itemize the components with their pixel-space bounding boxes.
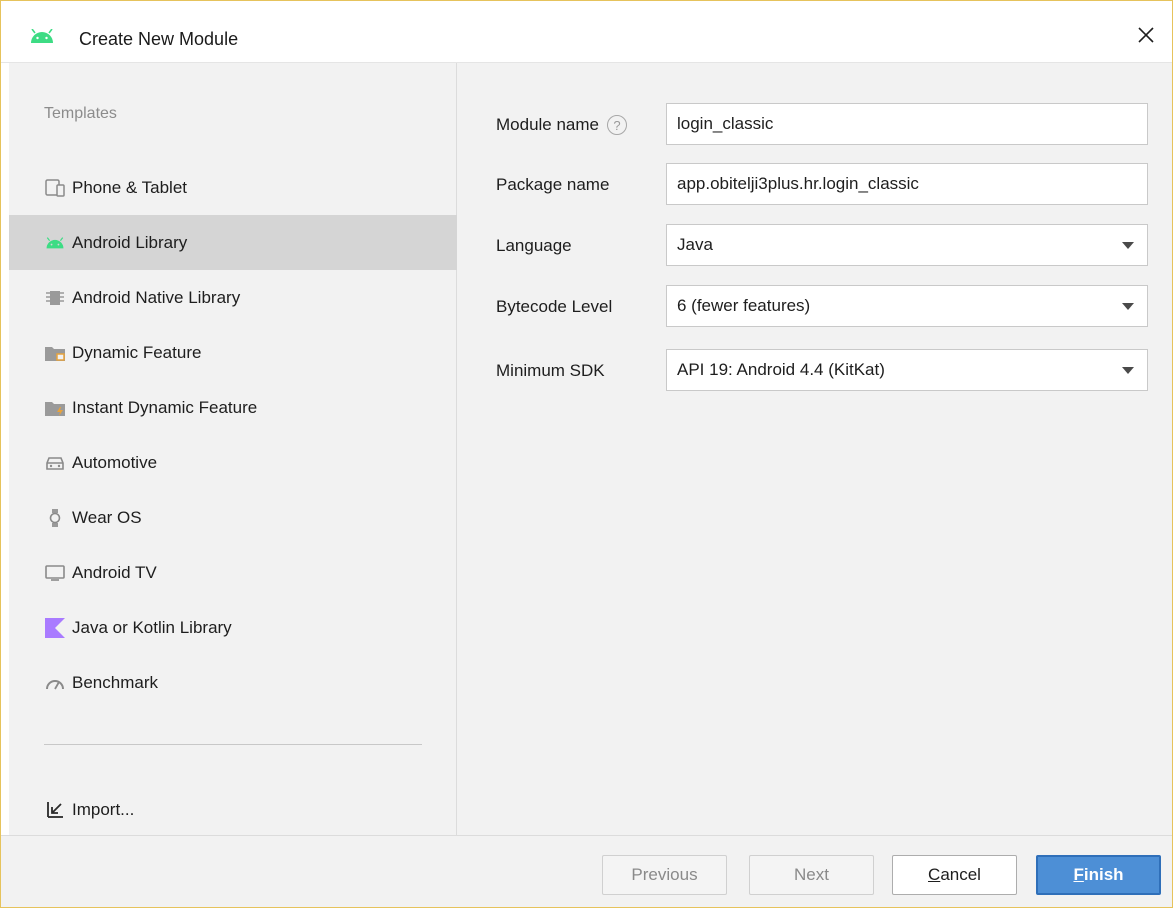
android-studio-icon [31,29,53,43]
package-name-label: Package name [496,175,610,194]
minimum-sdk-value: API 19: Android 4.4 (KitKat) [677,360,885,379]
module-name-label-text: Module name [496,115,600,134]
close-button[interactable] [1128,17,1164,53]
sidebar-item-android-library[interactable]: Android Library [9,215,457,270]
chevron-down-icon [1122,303,1134,310]
sidebar-divider [44,744,422,745]
tv-icon [45,563,65,583]
bytecode-level-label: Bytecode Level [496,297,613,316]
sidebar-item-java-kotlin-library[interactable]: Java or Kotlin Library [9,600,457,655]
cancel-mnemonic: C [928,865,941,884]
title-bar: Create New Module [1,1,1172,63]
sidebar-item-label: Dynamic Feature [72,342,202,362]
language-value: Java [677,235,713,254]
close-icon [1138,27,1154,43]
dialog-title: Create New Module [79,29,239,49]
minimum-sdk-row: Minimum SDK API 19: Android 4.4 (KitKat) [457,349,1172,391]
language-label: Language [496,236,572,255]
module-name-row: Module name ? [457,103,1172,145]
sidebar-item-label: Benchmark [72,672,158,692]
package-name-row: Package name [457,163,1172,205]
phone-tablet-icon [45,178,65,198]
sidebar-item-label: Wear OS [72,507,142,527]
dynamic-feature-folder-icon [45,343,65,363]
sidebar-item-label: Phone & Tablet [72,177,187,197]
dialog-footer: Previous Next Cancel Finish [1,835,1172,907]
package-name-input[interactable] [666,163,1148,205]
finish-mnemonic: F [1073,865,1084,884]
next-button[interactable]: Next [749,855,874,895]
sidebar-item-label: Android Library [72,232,188,252]
chevron-down-icon [1122,367,1134,374]
bytecode-level-select[interactable]: 6 (fewer features) [666,285,1148,327]
module-name-input[interactable] [666,103,1148,145]
sidebar-item-instant-dynamic-feature[interactable]: Instant Dynamic Feature [9,380,457,435]
previous-button[interactable]: Previous [602,855,727,895]
module-name-label: Module name ? [496,115,628,135]
module-config-form: Module name ? Package name Language Java… [457,63,1172,835]
help-icon[interactable]: ? [607,115,628,135]
finish-button[interactable]: Finish [1036,855,1161,895]
import-label: Import... [72,799,135,819]
language-select[interactable]: Java [666,224,1148,266]
sidebar-item-benchmark[interactable]: Benchmark [9,655,457,710]
minimum-sdk-label: Minimum SDK [496,361,605,380]
android-icon [45,233,65,253]
gauge-icon [45,673,65,693]
sidebar-item-android-native-library[interactable]: Android Native Library [9,270,457,325]
import-item[interactable]: Import... [9,782,457,837]
sidebar-item-label: Android TV [72,562,157,582]
sidebar-item-label: Automotive [72,452,158,472]
sidebar-item-label: Instant Dynamic Feature [72,397,258,417]
car-icon [45,453,65,473]
sidebar-item-automotive[interactable]: Automotive [9,435,457,490]
finish-label-rest: inish [1083,865,1124,884]
sidebar-item-label: Android Native Library [72,287,241,307]
bytecode-level-row: Bytecode Level 6 (fewer features) [457,285,1172,327]
sidebar-item-android-tv[interactable]: Android TV [9,545,457,600]
templates-sidebar: Templates Phone & Tablet Android Library… [9,63,457,835]
sidebar-item-label: Java or Kotlin Library [72,617,232,637]
language-row: Language Java [457,224,1172,266]
chevron-down-icon [1122,242,1134,249]
cancel-button[interactable]: Cancel [892,855,1017,895]
bytecode-level-value: 6 (fewer features) [677,296,811,315]
minimum-sdk-select[interactable]: API 19: Android 4.4 (KitKat) [666,349,1148,391]
sidebar-item-phone-tablet[interactable]: Phone & Tablet [9,160,457,215]
create-module-dialog: Create New Module Templates Phone & Tabl… [0,0,1173,908]
kotlin-icon [45,617,65,638]
sidebar-item-dynamic-feature[interactable]: Dynamic Feature [9,325,457,380]
sidebar-item-wear-os[interactable]: Wear OS [9,490,457,545]
cancel-label-rest: ancel [940,865,981,884]
instant-feature-folder-icon [45,398,65,418]
import-arrow-icon [45,800,65,820]
watch-icon [45,508,65,528]
native-chip-icon [45,288,65,308]
templates-section-label: Templates [44,105,117,122]
